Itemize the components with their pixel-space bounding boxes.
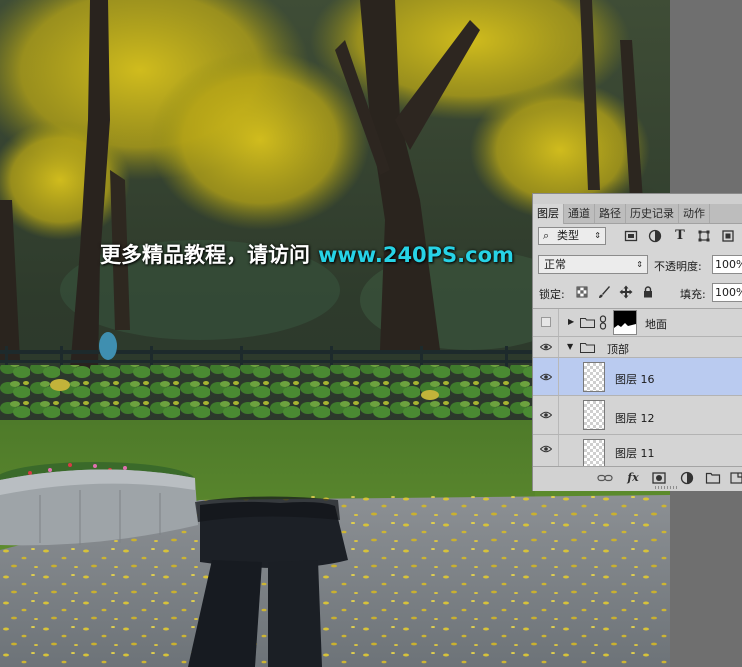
smart-object-filter-icon[interactable] bbox=[721, 229, 735, 243]
visibility-cell[interactable] bbox=[533, 435, 559, 466]
tab-history[interactable]: 历史记录 bbox=[626, 204, 679, 223]
lock-label: 锁定: bbox=[539, 288, 565, 301]
tab-layers[interactable]: 图层 bbox=[533, 204, 564, 224]
tab-channels[interactable]: 通道 bbox=[564, 204, 595, 223]
image-filter-icon[interactable] bbox=[624, 229, 638, 243]
mask-link-icon[interactable] bbox=[599, 315, 607, 330]
eye-icon[interactable] bbox=[540, 411, 552, 419]
layer-item-16[interactable]: 图层 16 bbox=[533, 358, 742, 396]
visibility-off-icon[interactable] bbox=[541, 317, 551, 327]
link-icon[interactable] bbox=[597, 471, 613, 485]
eye-icon[interactable] bbox=[540, 373, 552, 381]
watermark-text: 更多精品教程，请访问 bbox=[100, 243, 310, 267]
layer-item-11[interactable]: 图层 11 bbox=[533, 435, 742, 466]
visibility-cell[interactable] bbox=[533, 358, 559, 395]
new-layer-icon[interactable] bbox=[729, 471, 742, 485]
tab-paths[interactable]: 路径 bbox=[595, 204, 626, 223]
fill-input[interactable]: 100% bbox=[712, 283, 742, 302]
watermark-url: www.240PS.com bbox=[318, 243, 514, 267]
mask-icon[interactable] bbox=[651, 471, 667, 485]
search-icon: ⌕ bbox=[543, 229, 550, 242]
select-arrows-icon: ⇕ bbox=[594, 231, 601, 240]
filter-row: ⌕ 类型 ⇕ T bbox=[533, 226, 742, 248]
adjustment-icon[interactable] bbox=[679, 471, 695, 485]
folder-open-icon bbox=[580, 343, 595, 353]
lock-position-icon[interactable] bbox=[619, 285, 633, 299]
new-group-icon[interactable] bbox=[705, 471, 721, 485]
shape-filter-icon[interactable] bbox=[697, 229, 711, 243]
blend-row: 正常 ⇕ 不透明度: 100% bbox=[533, 254, 742, 276]
layer-name: 图层 16 bbox=[615, 373, 655, 386]
layers-bottom-toolbar: fx bbox=[533, 466, 742, 491]
layer-name: 图层 12 bbox=[615, 412, 655, 425]
layer-name: 图层 11 bbox=[615, 447, 655, 460]
lock-row: 锁定: 填充: 100% bbox=[533, 282, 742, 304]
visibility-cell[interactable] bbox=[533, 337, 559, 357]
eye-icon[interactable] bbox=[540, 445, 552, 453]
collapse-arrow-icon[interactable]: ▼ bbox=[567, 342, 573, 351]
fill-label: 填充: bbox=[680, 288, 706, 301]
layer-name: 顶部 bbox=[607, 343, 629, 356]
layer-name: 地面 bbox=[645, 318, 667, 331]
layer-thumbnail[interactable] bbox=[583, 439, 605, 466]
lock-all-icon[interactable] bbox=[641, 285, 655, 299]
folder-icon bbox=[580, 318, 595, 328]
visibility-cell[interactable] bbox=[533, 396, 559, 434]
layer-thumbnail[interactable] bbox=[583, 400, 605, 430]
layer-item-12[interactable]: 图层 12 bbox=[533, 396, 742, 435]
fx-icon[interactable]: fx bbox=[625, 471, 641, 485]
eye-icon[interactable] bbox=[540, 343, 552, 351]
blend-mode-select[interactable]: 正常 ⇕ bbox=[538, 255, 648, 274]
panel-tabs: 图层 通道 路径 历史记录 动作 bbox=[533, 204, 742, 224]
type-filter-icon[interactable]: T bbox=[673, 229, 687, 243]
panel-header-strip bbox=[533, 194, 742, 204]
layers-list: ▶ 地面 ▼ 顶部 图层 16 图层 12 图层 11 bbox=[533, 308, 742, 466]
watermark: 更多精品教程，请访问 www.240PS.com bbox=[100, 238, 514, 272]
blend-mode-value: 正常 bbox=[544, 258, 566, 271]
lock-transparent-icon[interactable] bbox=[575, 285, 589, 299]
lock-image-icon[interactable] bbox=[597, 285, 611, 299]
layers-panel: 图层 通道 路径 历史记录 动作 ⌕ 类型 ⇕ T 正常 ⇕ 不透明度: 100… bbox=[532, 193, 742, 491]
filter-value: 类型 bbox=[557, 229, 579, 242]
opacity-label: 不透明度: bbox=[654, 260, 702, 273]
expand-arrow-icon[interactable]: ▶ bbox=[568, 317, 574, 326]
layer-mask-thumbnail[interactable] bbox=[613, 310, 637, 335]
visibility-cell[interactable] bbox=[533, 309, 559, 336]
layer-thumbnail[interactable] bbox=[583, 362, 605, 392]
layer-group-ground[interactable]: ▶ 地面 bbox=[533, 309, 742, 337]
layer-group-top[interactable]: ▼ 顶部 bbox=[533, 337, 742, 358]
panel-resize-grip[interactable] bbox=[655, 486, 677, 489]
select-arrows-icon: ⇕ bbox=[636, 260, 643, 269]
tab-actions[interactable]: 动作 bbox=[679, 204, 710, 223]
adjustment-filter-icon[interactable] bbox=[648, 229, 662, 243]
opacity-input[interactable]: 100% bbox=[712, 255, 742, 274]
layer-filter-select[interactable]: ⌕ 类型 ⇕ bbox=[538, 227, 606, 245]
